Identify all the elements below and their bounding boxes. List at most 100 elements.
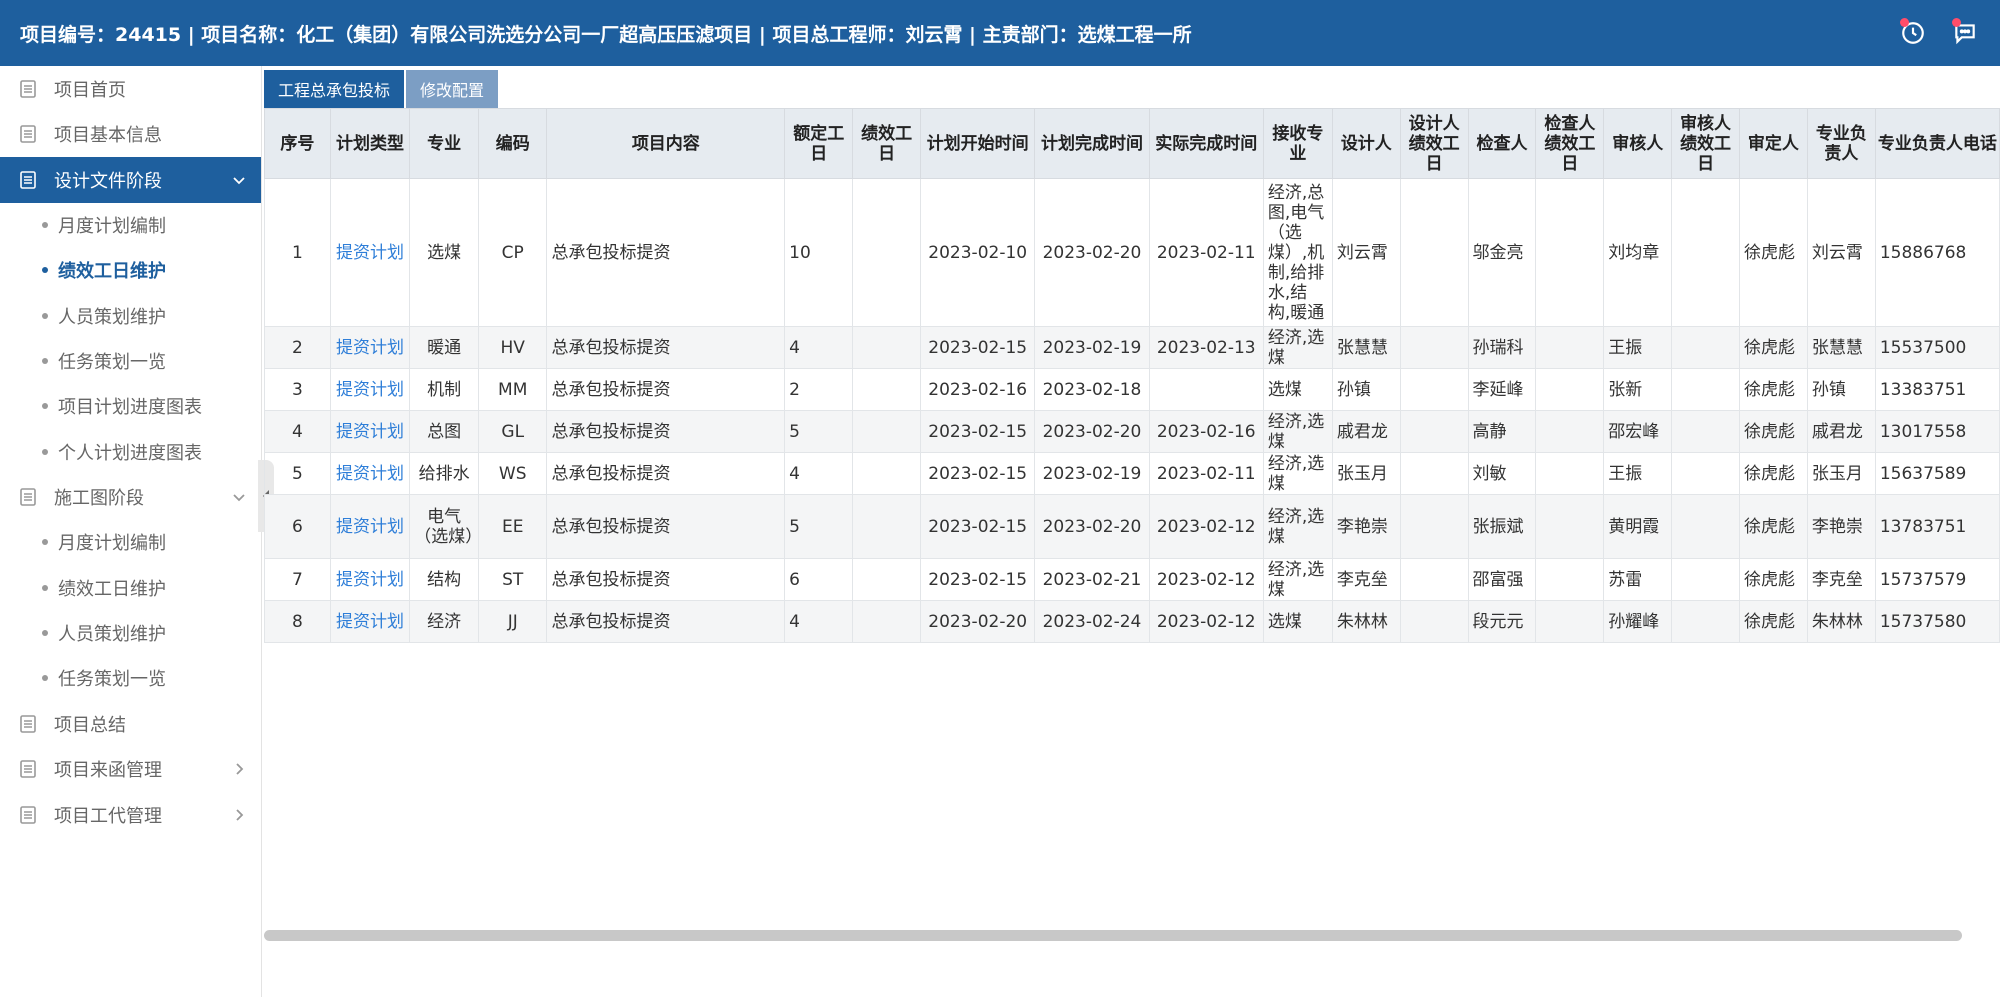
table-row[interactable]: 8 提资计划 经济 JJ 总承包投标提资 4 2023-02-20 2023-0… (264, 600, 2000, 643)
col-header[interactable]: 计划类型 (329, 108, 411, 179)
checker-days-cell[interactable] (1535, 326, 1605, 369)
checker-days-cell[interactable] (1535, 368, 1605, 411)
sidebar-item-letters[interactable]: 项目来函管理 (0, 746, 261, 792)
sidebar-subitem-staff-planning[interactable]: 人员策划维护 (0, 610, 261, 655)
sidebar-item-label: 项目总结 (54, 714, 126, 736)
sidebar-item-home[interactable]: 项目首页 (0, 66, 261, 112)
tab-edit-config[interactable]: 修改配置 (406, 70, 499, 108)
col-header[interactable]: 绩效工日 (852, 108, 922, 179)
reviewer-days-cell[interactable] (1671, 452, 1740, 495)
table-row[interactable]: 1 提资计划 选煤 CP 总承包投标提资 10 2023-02-10 2023-… (264, 178, 2000, 327)
table-row[interactable]: 3 提资计划 机制 MM 总承包投标提资 2 2023-02-16 2023-0… (264, 368, 2000, 411)
col-header[interactable]: 计划开始时间 (920, 108, 1036, 179)
table-row[interactable]: 6 提资计划 电气（选煤） EE 总承包投标提资 5 2023-02-15 20… (264, 494, 2000, 559)
performance-days-cell[interactable] (852, 410, 922, 453)
header-actions (1900, 18, 1978, 46)
sidebar-item-design-stage[interactable]: 设计文件阶段 (0, 157, 261, 203)
list-icon (18, 79, 38, 99)
col-header[interactable]: 接收专业 (1262, 108, 1333, 179)
reviewer-days-cell[interactable] (1671, 558, 1740, 601)
designer-days-cell[interactable] (1399, 326, 1469, 369)
checker-days-cell[interactable] (1535, 452, 1605, 495)
table-row[interactable]: 5 提资计划 给排水 WS 总承包投标提资 4 2023-02-15 2023-… (264, 452, 2000, 495)
checker-days-cell[interactable] (1535, 410, 1605, 453)
sidebar-item-construction-stage[interactable]: 施工图阶段 (0, 474, 261, 520)
messages-button[interactable] (1952, 18, 1978, 46)
horizontal-scrollbar[interactable] (264, 930, 1962, 941)
plan-type-link[interactable]: 提资计划 (329, 494, 411, 559)
checker-days-cell[interactable] (1535, 178, 1605, 327)
reviewer-days-cell[interactable] (1671, 600, 1740, 643)
sidebar-subitem-staff-planning[interactable]: 人员策划维护 (0, 293, 261, 338)
tab-bar: 工程总承包投标 修改配置 (264, 66, 2000, 108)
col-header[interactable]: 序号 (264, 108, 331, 179)
reviewer-days-cell[interactable] (1671, 368, 1740, 411)
plan-type-link[interactable]: 提资计划 (329, 368, 411, 411)
plan-type-link[interactable]: 提资计划 (329, 600, 411, 643)
designer-days-cell[interactable] (1399, 368, 1469, 411)
col-header[interactable]: 设计人 (1331, 108, 1401, 179)
col-header[interactable]: 额定工日 (784, 108, 854, 179)
main-content: 工程总承包投标 修改配置 序号 计划类型 专业 编码 项目内容 额定工日 绩效工… (264, 66, 2000, 997)
col-header[interactable]: 检查人绩效工日 (1535, 108, 1605, 179)
sidebar-subitem-project-progress-chart[interactable]: 项目计划进度图表 (0, 384, 261, 429)
col-header[interactable]: 专业负责人 (1806, 108, 1876, 179)
table-row[interactable]: 7 提资计划 结构 ST 总承包投标提资 6 2023-02-15 2023-0… (264, 558, 2000, 601)
sidebar-subitem-personal-progress-chart[interactable]: 个人计划进度图表 (0, 429, 261, 474)
col-header[interactable]: 实际完成时间 (1148, 108, 1264, 179)
sidebar-subitem-performance-days[interactable]: 绩效工日维护 (0, 248, 261, 293)
list-icon (18, 487, 38, 507)
sidebar-subitem-performance-days[interactable]: 绩效工日维护 (0, 565, 261, 610)
plan-type-link[interactable]: 提资计划 (329, 558, 411, 601)
col-header[interactable]: 审核人绩效工日 (1671, 108, 1740, 179)
plan-type-link[interactable]: 提资计划 (329, 452, 411, 495)
history-button[interactable] (1900, 18, 1926, 46)
designer-days-cell[interactable] (1399, 410, 1469, 453)
col-header[interactable]: 专业 (409, 108, 479, 179)
sidebar-item-label: 项目首页 (54, 79, 126, 101)
checker-days-cell[interactable] (1535, 558, 1605, 601)
performance-days-cell[interactable] (852, 494, 922, 559)
reviewer-days-cell[interactable] (1671, 326, 1740, 369)
table-row[interactable]: 4 提资计划 总图 GL 总承包投标提资 5 2023-02-15 2023-0… (264, 410, 2000, 453)
col-header[interactable]: 编码 (477, 108, 548, 179)
reviewer-days-cell[interactable] (1671, 494, 1740, 559)
col-header[interactable]: 计划完成时间 (1034, 108, 1150, 179)
plan-type-link[interactable]: 提资计划 (329, 178, 411, 327)
plan-type-link[interactable]: 提资计划 (329, 410, 411, 453)
designer-days-cell[interactable] (1399, 558, 1469, 601)
col-header[interactable]: 检查人 (1467, 108, 1537, 179)
reviewer-days-cell[interactable] (1671, 178, 1740, 327)
sidebar-subitem-monthly-plan[interactable]: 月度计划编制 (0, 203, 261, 248)
performance-days-cell[interactable] (852, 600, 922, 643)
checker-days-cell[interactable] (1535, 600, 1605, 643)
performance-days-cell[interactable] (852, 452, 922, 495)
col-header[interactable]: 审定人 (1738, 108, 1808, 179)
sidebar-subitem-task-overview[interactable]: 任务策划一览 (0, 656, 261, 701)
col-header[interactable]: 设计人绩效工日 (1399, 108, 1469, 179)
tab-epc-bidding[interactable]: 工程总承包投标 (264, 70, 405, 108)
sidebar-item-site-reps[interactable]: 项目工代管理 (0, 792, 261, 838)
performance-days-cell[interactable] (852, 178, 922, 327)
checker-days-cell[interactable] (1535, 494, 1605, 559)
performance-days-cell[interactable] (852, 558, 922, 601)
performance-days-cell[interactable] (852, 326, 922, 369)
col-header[interactable]: 项目内容 (546, 108, 786, 179)
sidebar-item-label: 项目基本信息 (54, 125, 162, 147)
performance-days-cell[interactable] (852, 368, 922, 411)
sidebar-item-basic-info[interactable]: 项目基本信息 (0, 112, 261, 158)
table-row[interactable]: 2 提资计划 暖通 HV 总承包投标提资 4 2023-02-15 2023-0… (264, 326, 2000, 369)
performance-days-table: 序号 计划类型 专业 编码 项目内容 额定工日 绩效工日 计划开始时间 计划完成… (264, 108, 2000, 643)
col-header[interactable]: 审核人 (1603, 108, 1673, 179)
designer-days-cell[interactable] (1399, 452, 1469, 495)
plan-type-link[interactable]: 提资计划 (329, 326, 411, 369)
col-header[interactable]: 专业负责人电话 (1874, 108, 2000, 179)
sidebar-item-summary[interactable]: 项目总结 (0, 701, 261, 747)
sidebar-subitem-monthly-plan[interactable]: 月度计划编制 (0, 520, 261, 565)
designer-days-cell[interactable] (1399, 600, 1469, 643)
top-header: 项目编号：24415 | 项目名称：化工（集团）有限公司洗选分公司一厂超高压压滤… (0, 0, 2000, 66)
sidebar-subitem-task-overview[interactable]: 任务策划一览 (0, 338, 261, 383)
designer-days-cell[interactable] (1399, 494, 1469, 559)
reviewer-days-cell[interactable] (1671, 410, 1740, 453)
designer-days-cell[interactable] (1399, 178, 1469, 327)
